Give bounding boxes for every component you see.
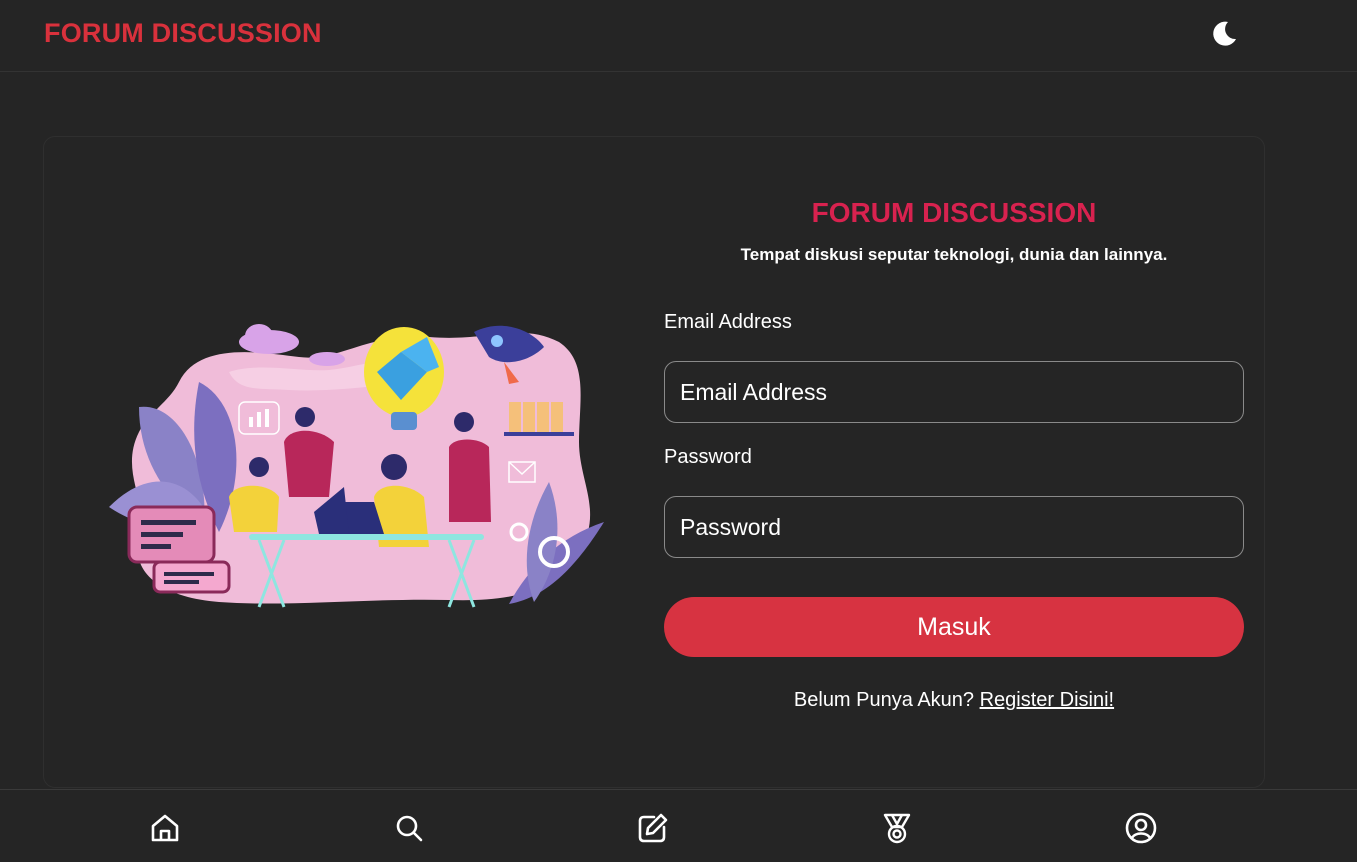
login-button[interactable]: Masuk	[664, 597, 1244, 657]
nav-profile[interactable]	[1123, 810, 1159, 846]
password-label: Password	[664, 446, 752, 468]
medal-icon	[883, 813, 911, 844]
brand-logo[interactable]: FORUM DISCUSSION	[44, 18, 322, 49]
user-circle-icon	[1125, 812, 1157, 844]
login-form: FORUM DISCUSSION Tempat diskusi seputar …	[664, 137, 1244, 789]
bottom-nav	[0, 789, 1357, 862]
register-prompt: Belum Punya Akun?	[793, 689, 975, 711]
form-title: FORUM DISCUSSION	[811, 197, 1097, 228]
nav-write[interactable]	[635, 810, 671, 846]
password-field[interactable]	[664, 496, 1244, 558]
nav-leaderboard[interactable]	[879, 810, 915, 846]
team-illustration	[109, 324, 604, 608]
register-link[interactable]: Register Disini!	[980, 689, 1114, 711]
nav-search[interactable]	[391, 810, 427, 846]
nav-home[interactable]	[147, 810, 183, 846]
moon-icon	[1213, 21, 1236, 46]
login-card: FORUM DISCUSSION Tempat diskusi seputar …	[43, 136, 1265, 788]
search-icon	[396, 815, 423, 842]
email-field[interactable]	[664, 361, 1244, 423]
theme-toggle-button[interactable]	[1206, 16, 1242, 52]
top-header: FORUM DISCUSSION	[0, 0, 1357, 72]
home-icon	[151, 814, 179, 842]
register-prompt-line: Belum Punya Akun? Register Disini!	[664, 689, 1244, 712]
email-label: Email Address	[664, 311, 792, 333]
form-subtitle: Tempat diskusi seputar teknologi, dunia …	[740, 245, 1168, 264]
edit-icon	[638, 813, 668, 843]
